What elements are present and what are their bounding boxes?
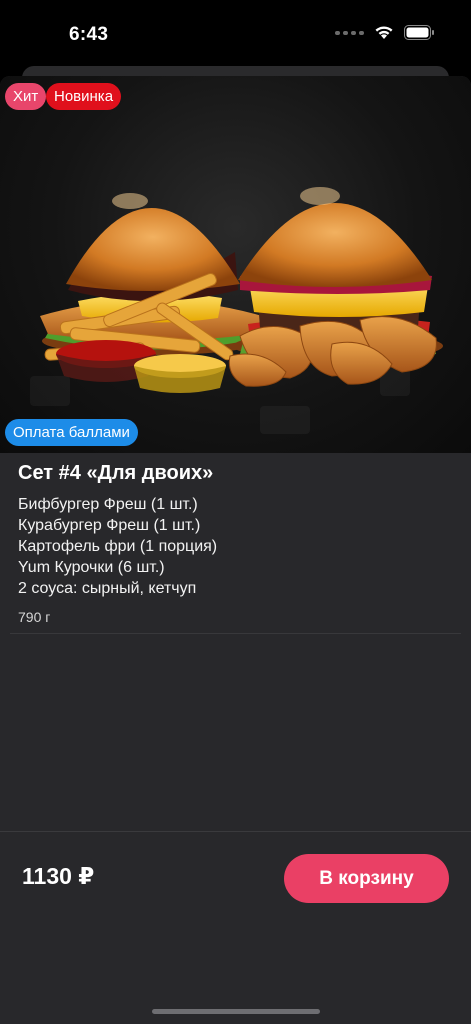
add-to-cart-button[interactable]: В корзину (284, 854, 449, 903)
composition-item: 2 соуса: сырный, кетчуп (18, 580, 197, 597)
battery-icon (404, 25, 434, 40)
cellular-signal-icon (335, 30, 364, 35)
burger-set-illustration (30, 187, 443, 434)
hit-badge: Хит (5, 83, 47, 110)
status-bar: 6:43 (0, 0, 471, 66)
product-details: Сет #4 «Для двоих» Бифбургер Фреш (1 шт.… (18, 460, 458, 625)
status-time: 6:43 (69, 24, 109, 45)
product-composition: Бифбургер Фреш (1 шт.) Курабургер Фреш (… (18, 494, 458, 599)
wifi-icon (375, 26, 393, 39)
purchase-footer: 1130 ₽ В корзину (0, 831, 471, 948)
composition-item: Картофель фри (1 порция) (18, 538, 218, 555)
product-price: 1130 ₽ (22, 863, 95, 889)
composition-item: Yum Курочки (6 шт.) (18, 559, 165, 576)
new-badge: Новинка (46, 83, 122, 110)
composition-item: Курабургер Фреш (1 шт.) (18, 517, 201, 534)
product-weight: 790 г (18, 609, 51, 625)
product-title: Сет #4 «Для двоих» (18, 462, 214, 484)
status-icons (335, 25, 435, 40)
divider (10, 633, 461, 634)
home-indicator[interactable] (152, 1009, 320, 1014)
product-image: Хит Новинка Оплата баллами (0, 76, 471, 453)
points-payment-badge: Оплата баллами (5, 419, 138, 446)
composition-item: Бифбургер Фреш (1 шт.) (18, 496, 198, 513)
